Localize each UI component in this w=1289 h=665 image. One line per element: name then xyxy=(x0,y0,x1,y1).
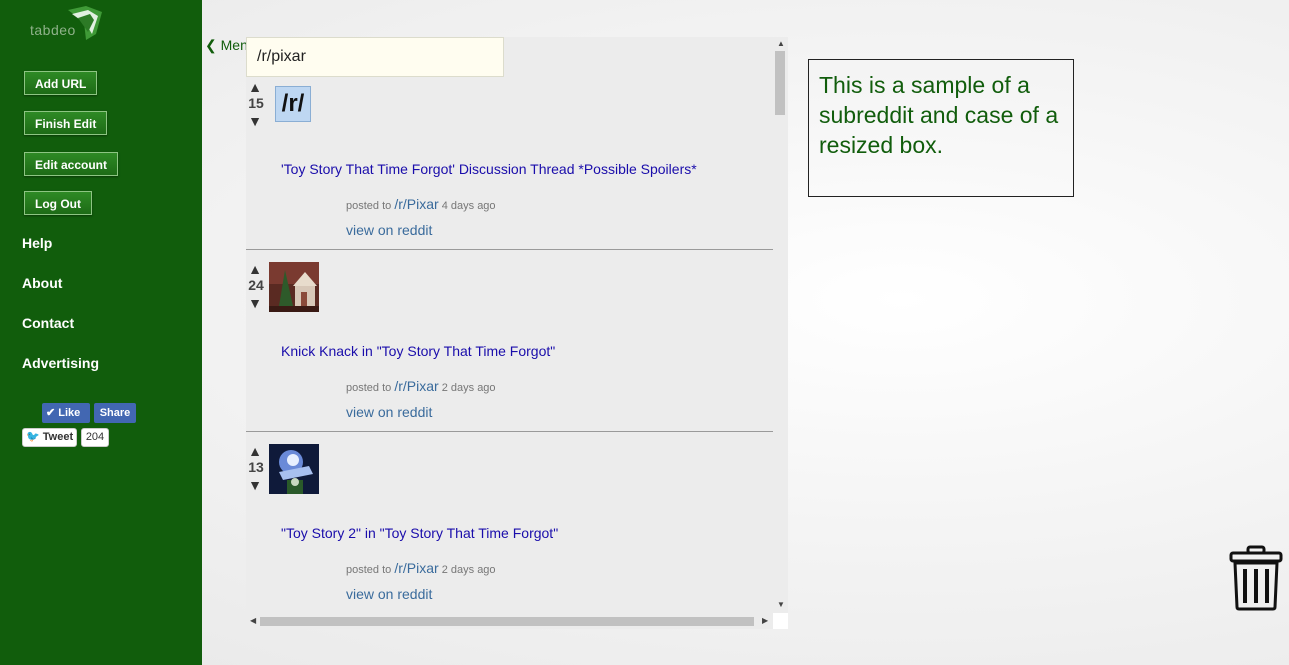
post-thumbnail[interactable] xyxy=(269,444,319,494)
thumbs-up-icon: ✔ xyxy=(46,407,56,419)
sidebar: tabdeo Add URL Finish Edit Edit account … xyxy=(0,0,202,665)
upvote-arrow[interactable]: ▲ xyxy=(248,262,262,276)
post-thumbnail[interactable] xyxy=(269,262,319,312)
scroll-left-arrow-icon[interactable]: ◀ xyxy=(250,616,256,625)
vote-score: 15 xyxy=(248,95,264,111)
upvote-arrow[interactable]: ▲ xyxy=(248,80,262,94)
add-url-button[interactable]: Add URL xyxy=(24,71,98,95)
scroll-up-arrow-icon[interactable]: ▲ xyxy=(777,39,785,48)
sidebar-link-contact[interactable]: Contact xyxy=(22,315,74,331)
vote-score: 13 xyxy=(248,459,264,475)
vertical-scrollbar[interactable]: ▲ ▼ xyxy=(773,37,788,613)
subreddit-link[interactable]: /r/Pixar xyxy=(394,196,438,212)
log-out-button[interactable]: Log Out xyxy=(24,191,92,215)
tweet-label: Tweet xyxy=(42,431,74,443)
horizontal-scroll-thumb[interactable] xyxy=(260,617,754,626)
toy-figure-image xyxy=(269,444,319,494)
post-meta: posted to /r/Pixar 4 days ago xyxy=(346,196,496,212)
view-on-reddit-link[interactable]: view on reddit xyxy=(346,586,432,602)
post-age: 2 days ago xyxy=(438,564,496,576)
facebook-like-button[interactable]: ✔ Like xyxy=(42,403,90,423)
vote-score: 24 xyxy=(248,277,264,293)
subreddit-widget: ▲ 15 ▼ /r/ 'Toy Story That Time Forgot' … xyxy=(246,37,788,629)
sidebar-link-about[interactable]: About xyxy=(22,275,62,291)
subreddit-input[interactable] xyxy=(246,37,504,77)
trash-icon[interactable] xyxy=(1228,545,1284,611)
scroll-right-arrow-icon[interactable]: ▶ xyxy=(762,616,768,625)
posted-to-label: posted to xyxy=(346,200,395,212)
edit-account-button[interactable]: Edit account xyxy=(24,152,119,176)
post-meta: posted to /r/Pixar 2 days ago xyxy=(346,378,496,394)
upvote-arrow[interactable]: ▲ xyxy=(248,444,262,458)
facebook-share-button[interactable]: Share xyxy=(94,403,136,423)
downvote-arrow[interactable]: ▼ xyxy=(248,114,262,128)
like-label: Like xyxy=(58,407,81,419)
subreddit-link[interactable]: /r/Pixar xyxy=(394,378,438,394)
posted-to-label: posted to xyxy=(346,382,395,394)
twitter-bird-icon: 🐦 xyxy=(26,431,40,443)
post-title-link[interactable]: 'Toy Story That Time Forgot' Discussion … xyxy=(281,161,697,177)
vertical-scroll-thumb[interactable] xyxy=(775,51,785,115)
post-title-link[interactable]: "Toy Story 2" in "Toy Story That Time Fo… xyxy=(281,525,558,541)
view-on-reddit-link[interactable]: view on reddit xyxy=(346,222,432,238)
view-on-reddit-link[interactable]: view on reddit xyxy=(346,404,432,420)
downvote-arrow[interactable]: ▼ xyxy=(248,296,262,310)
list-item: ▲ 24 ▼ Knick Knack in "Toy Story That Ti… xyxy=(246,250,773,432)
note-text-box[interactable]: This is a sample of a subreddit and case… xyxy=(808,59,1074,197)
list-item: ▲ 13 ▼ "Toy Story 2" in "Toy Story That … xyxy=(246,432,773,614)
resize-handle[interactable] xyxy=(773,613,788,629)
christmas-scene-image xyxy=(269,262,319,312)
finish-edit-button[interactable]: Finish Edit xyxy=(24,111,108,135)
horizontal-scrollbar[interactable]: ◀ ▶ xyxy=(246,613,773,629)
sidebar-link-advertising[interactable]: Advertising xyxy=(22,355,99,371)
subreddit-placeholder-thumbnail[interactable]: /r/ xyxy=(275,86,311,122)
list-item: ▲ 15 ▼ /r/ 'Toy Story That Time Forgot' … xyxy=(246,68,773,250)
post-meta: posted to /r/Pixar 2 days ago xyxy=(346,560,496,576)
posted-to-label: posted to xyxy=(346,564,395,576)
post-title-link[interactable]: Knick Knack in "Toy Story That Time Forg… xyxy=(281,343,555,359)
post-age: 2 days ago xyxy=(438,382,496,394)
tweet-count: 204 xyxy=(81,428,109,447)
sidebar-link-help[interactable]: Help xyxy=(22,235,52,251)
downvote-arrow[interactable]: ▼ xyxy=(248,478,262,492)
logo-icon xyxy=(68,6,102,40)
subreddit-link[interactable]: /r/Pixar xyxy=(394,560,438,576)
logo[interactable]: tabdeo xyxy=(28,4,108,40)
post-age: 4 days ago xyxy=(438,200,496,212)
tweet-button[interactable]: 🐦 Tweet xyxy=(22,428,77,447)
scroll-down-arrow-icon[interactable]: ▼ xyxy=(777,600,785,609)
